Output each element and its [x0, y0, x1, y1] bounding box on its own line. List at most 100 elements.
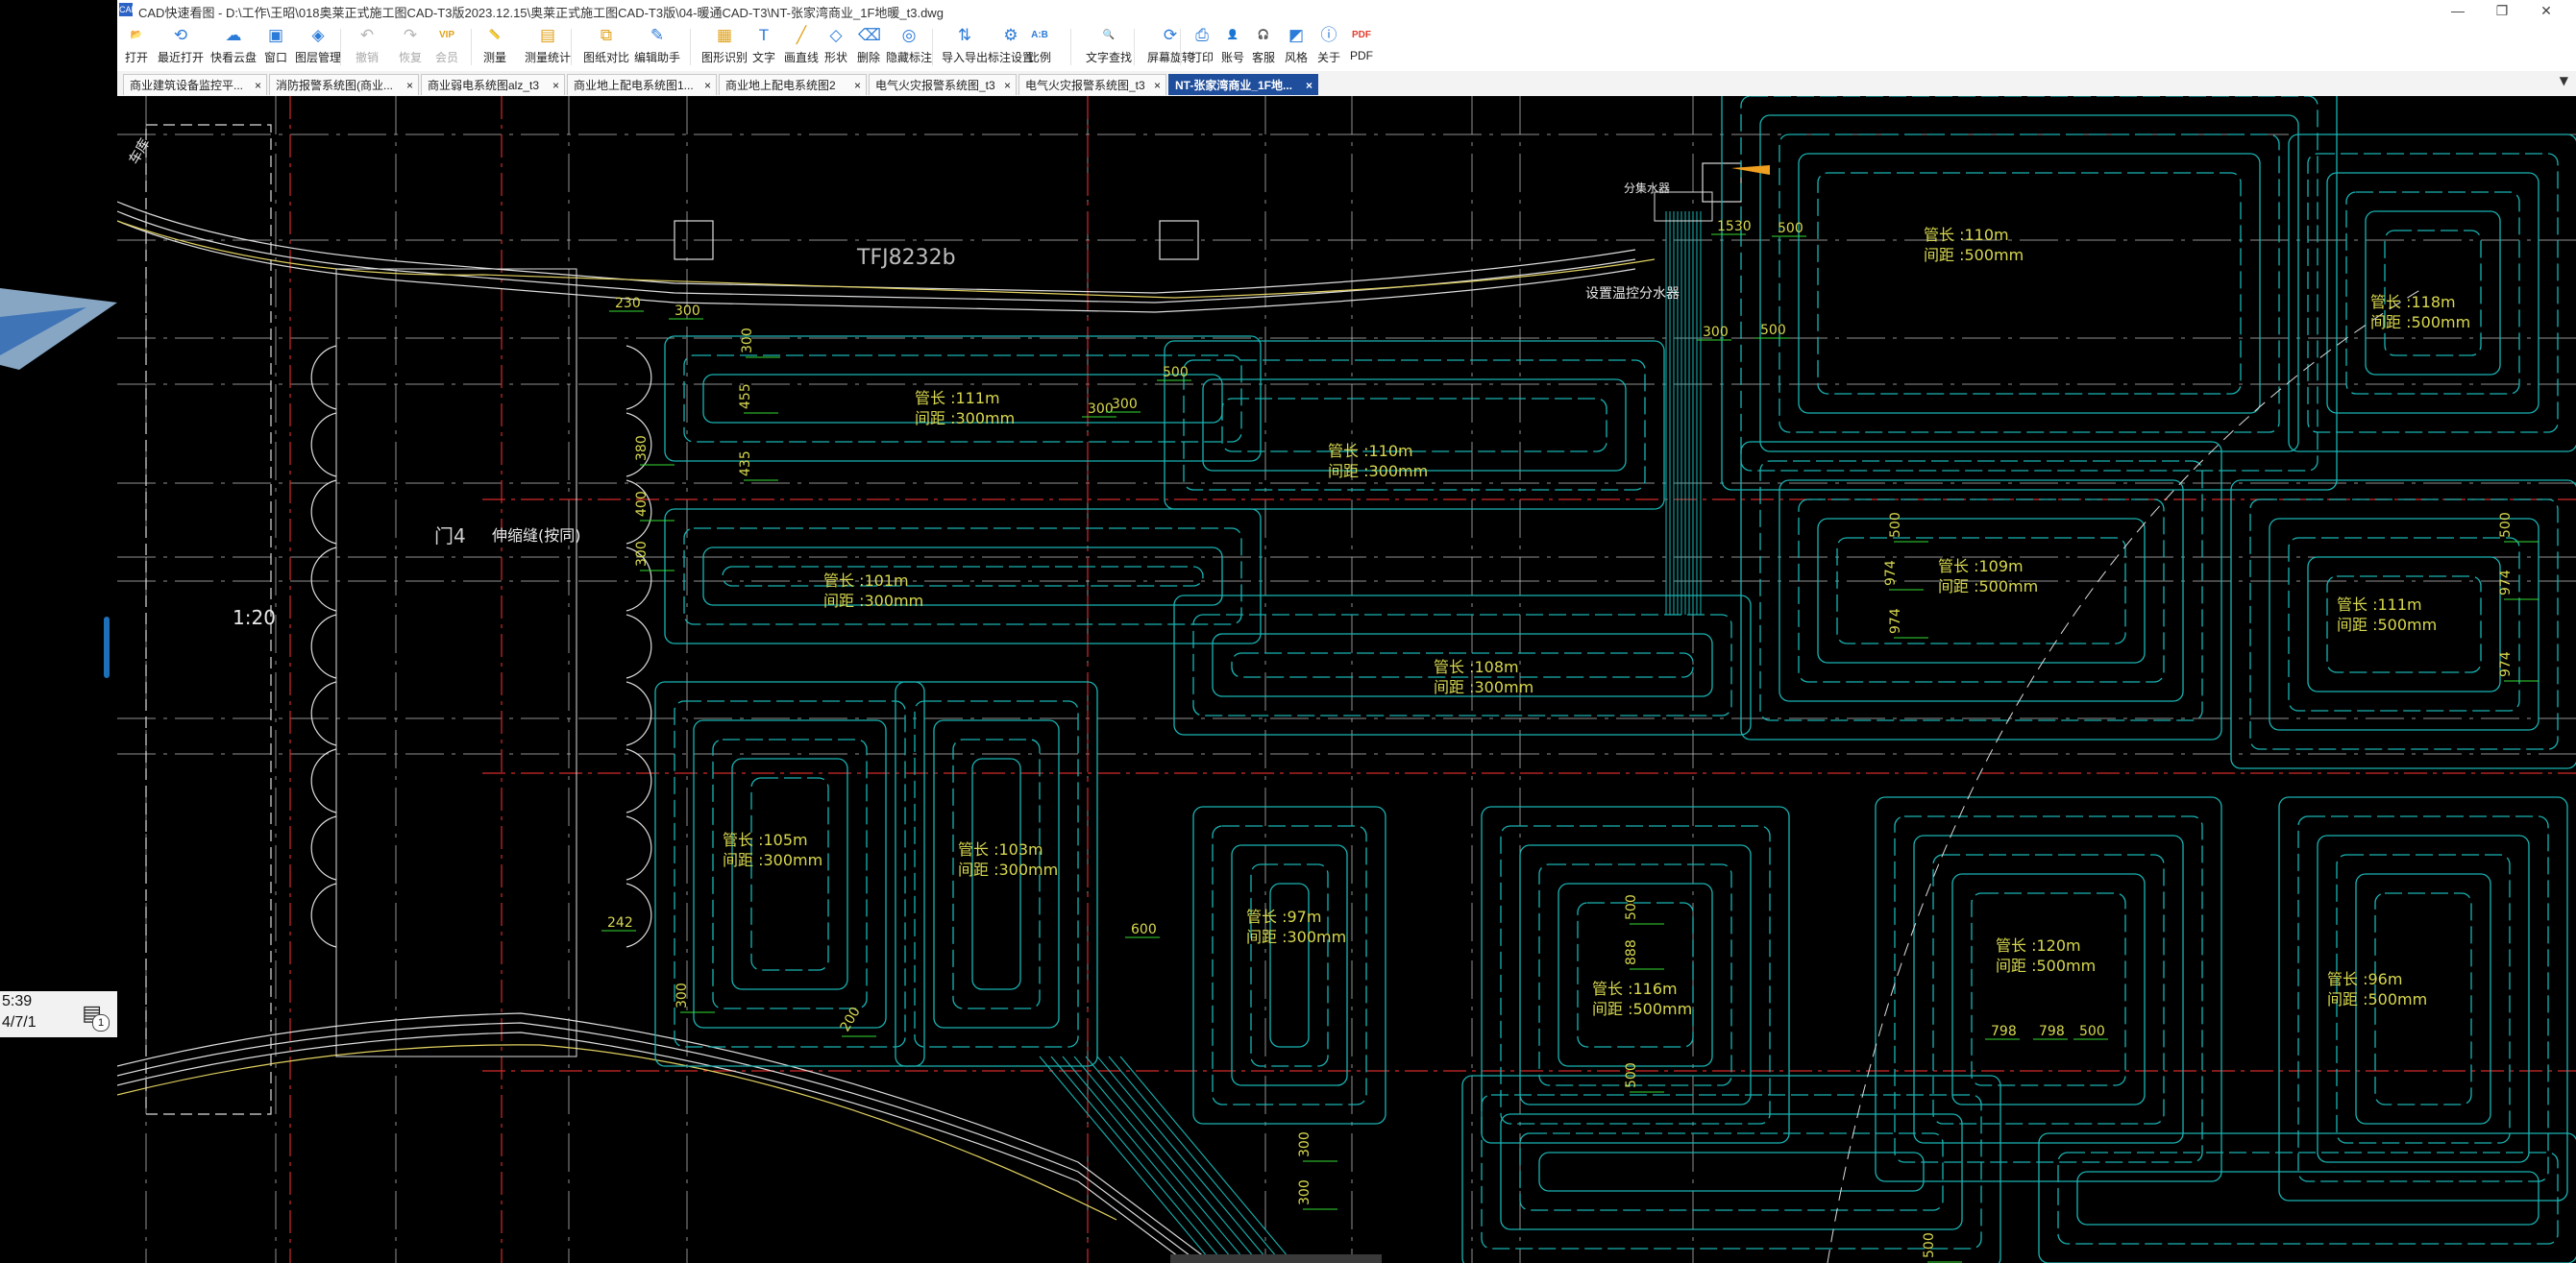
tab-list-dropdown-icon[interactable]: ▼ — [2560, 74, 2568, 87]
app-icon: CAD — [119, 3, 138, 16]
toolbar-button-compare[interactable]: ⧉ 图纸对比 — [582, 25, 630, 69]
door-swing-arc — [310, 883, 337, 948]
toolbar-button-text[interactable]: T 文字 — [749, 25, 778, 69]
toolbar-button-info[interactable]: ⓘ 关于 — [1314, 25, 1343, 69]
toolbar-button-line[interactable]: ╱ 画直线 — [780, 25, 822, 69]
toolbar-button-redo[interactable]: ↷ 恢复 — [396, 25, 425, 69]
tab-close-icon[interactable]: × — [552, 75, 559, 95]
toolbar-button-vip[interactable]: VIP 会员 — [432, 25, 461, 69]
document-tab[interactable]: 商业弱电系统图alz_t3 × — [421, 74, 565, 95]
toolbar-button-style[interactable]: ◩ 风格 — [1282, 25, 1311, 69]
heating-pipe-loop — [722, 566, 1204, 587]
vip-icon: VIP — [438, 30, 455, 40]
toolbar-button-undo[interactable]: ↶ 撤销 — [353, 25, 381, 69]
tab-close-icon[interactable]: × — [1154, 75, 1161, 95]
maximize-button[interactable]: ❐ — [2480, 0, 2524, 21]
printer-icon: ⎙ — [1195, 26, 1209, 44]
heating-pipe-loop — [2057, 1152, 2559, 1245]
toolbar-button-printer[interactable]: ⎙ 打印 — [1188, 25, 1216, 69]
hide-annotation-icon: ◎ — [901, 26, 917, 44]
heating-pipe-loop — [1500, 1113, 1963, 1230]
room-label: 门4 — [434, 524, 466, 547]
toolbar-button-measure-stats[interactable]: ▤ 测量统计 — [521, 25, 575, 69]
toolbar-button-headset[interactable]: 🎧 客服 — [1249, 25, 1278, 69]
document-tab[interactable]: 商业地上配电系统图2 × — [719, 74, 867, 95]
document-tab[interactable]: 电气火灾报警系统图_t3 × — [1018, 74, 1166, 95]
toolbar-label: 快看云盘 — [209, 51, 257, 64]
door-swing-arc — [310, 681, 337, 746]
drawing-canvas[interactable]: TFJ8232b 门4 伸缩缝(按同) 1:20 分集水器 设置温控分水器 车库 管长 :11… — [117, 96, 2576, 1263]
pipe-length-label: 管长 :110m — [1328, 442, 1413, 460]
tab-label: 商业地上配电系统图1... — [574, 79, 694, 92]
dimension-label: 500 — [2498, 512, 2514, 538]
window-icon: ▣ — [267, 26, 284, 44]
heating-pipe-loop — [712, 739, 868, 1009]
toolbar-button-hide-annotation[interactable]: ◎ 隐藏标注 — [884, 25, 934, 69]
toolbar-button-shape-recognize[interactable]: ▦ 图形识别 — [698, 25, 751, 69]
pipe-spacing-label: 间距 :500mm — [1996, 957, 2096, 975]
toolbar-button-eraser[interactable]: ⌫ 删除 — [855, 25, 882, 69]
toolbar-label: 客服 — [1251, 51, 1275, 64]
toolbar-label: 窗口 — [263, 51, 287, 64]
dimension-label: 974 — [1883, 560, 1899, 586]
dimension-label: 300 — [1297, 1131, 1313, 1157]
close-button[interactable]: ✕ — [2524, 0, 2568, 21]
beam-label: TFJ8232b — [856, 246, 956, 270]
annotation-settings-icon: ⚙ — [1003, 26, 1018, 44]
diagonal-pipe — [1073, 1056, 1248, 1263]
cad-drawing[interactable]: TFJ8232b 门4 伸缩缝(按同) 1:20 分集水器设置温控分水器 车库管长 :11… — [117, 96, 2576, 1263]
toolbar-button-import-export[interactable]: ⇅ 导入导出 — [939, 25, 991, 69]
tab-close-icon[interactable]: × — [406, 75, 413, 95]
toolbar-button-edit-assistant[interactable]: ✎ 编辑助手 — [626, 25, 688, 69]
heating-pipe-loop — [2076, 1171, 2539, 1226]
toolbar-label: 文字查找 — [1085, 51, 1132, 64]
document-tab[interactable]: NT-张家湾商业_1F地... × — [1168, 74, 1318, 95]
pipe-length-label: 管长 :103m — [958, 840, 1043, 859]
dimension-label: 435 — [738, 450, 753, 476]
tab-close-icon[interactable]: × — [255, 75, 261, 95]
tab-close-icon[interactable]: × — [854, 75, 861, 95]
dimension-label: 455 — [738, 383, 753, 409]
toolbar-button-folder-open[interactable]: 📂 打开 — [119, 25, 154, 69]
tab-close-icon[interactable]: × — [704, 75, 711, 95]
toolbar-button-pdf[interactable]: PDF PDF — [1347, 25, 1376, 69]
toolbar-button-window[interactable]: ▣ 窗口 — [261, 25, 290, 69]
import-export-icon: ⇅ — [957, 26, 972, 44]
document-tabs: ▼ 商业建筑设备监控平... × 消防报警系统图(商业... × 商业弱电系统图alz_… — [117, 71, 2576, 97]
pipe-spacing-label: 间距 :500mm — [1938, 577, 2038, 595]
pipe-spacing-label: 间距 :300mm — [915, 409, 1015, 427]
toolbar-button-cloud[interactable]: ☁ 快看云盘 — [209, 25, 258, 69]
pipe-length-label: 管长 :101m — [823, 571, 909, 590]
minimize-button[interactable]: — — [2436, 0, 2480, 21]
toolbar-button-history[interactable]: ⟲ 最近打开 — [156, 25, 206, 69]
pipe-spacing-label: 间距 :300mm — [823, 592, 923, 610]
tab-close-icon[interactable]: × — [1306, 75, 1313, 95]
diagonal-pipe — [1096, 1056, 1271, 1263]
document-tab[interactable]: 商业建筑设备监控平... × — [123, 74, 267, 95]
dimension-label: 300 — [675, 983, 690, 1008]
toolbar-label: 隐藏标注 — [885, 51, 932, 64]
taskbar-clock[interactable]: 5:39 4/7/1 ▤ 1 — [0, 991, 117, 1037]
dimension-label: 500 — [1778, 221, 1803, 236]
tab-close-icon[interactable]: × — [1004, 75, 1011, 95]
heating-pipe-loop — [674, 700, 906, 1048]
desktop-wallpaper — [0, 288, 117, 370]
toolbar-button-shape[interactable]: ◇ 形状 — [822, 25, 850, 69]
shape-recognize-icon: ▦ — [716, 26, 733, 44]
toolbar-button-measure[interactable]: 📏 测量 — [480, 25, 509, 69]
info-icon: ⓘ — [1320, 26, 1337, 44]
document-tab[interactable]: 电气火灾报警系统图_t3 × — [869, 74, 1017, 95]
document-tab[interactable]: 消防报警系统图(商业... × — [269, 74, 419, 95]
tab-label: 电气火灾报警系统图_t3 — [875, 79, 995, 92]
toolbar-button-account[interactable]: 👤 账号 — [1218, 25, 1247, 69]
volume-slider[interactable] — [104, 617, 110, 678]
toolbar-button-scale[interactable]: A:B 比例 — [1024, 25, 1055, 69]
document-tab[interactable]: 商业地上配电系统图1... × — [567, 74, 717, 95]
account-icon: 👤 — [1226, 30, 1239, 40]
toolbar-button-text-search[interactable]: 🔍 文字查找 — [1080, 25, 1138, 69]
canvas-mini-toolbar[interactable] — [1170, 1254, 1382, 1263]
toolbar-button-layers[interactable]: ◈ 图层管理 — [292, 25, 344, 69]
door-swing-arc — [626, 681, 652, 746]
heating-pipe-loop — [731, 758, 848, 990]
heating-pipe-loop — [1481, 1094, 1982, 1250]
